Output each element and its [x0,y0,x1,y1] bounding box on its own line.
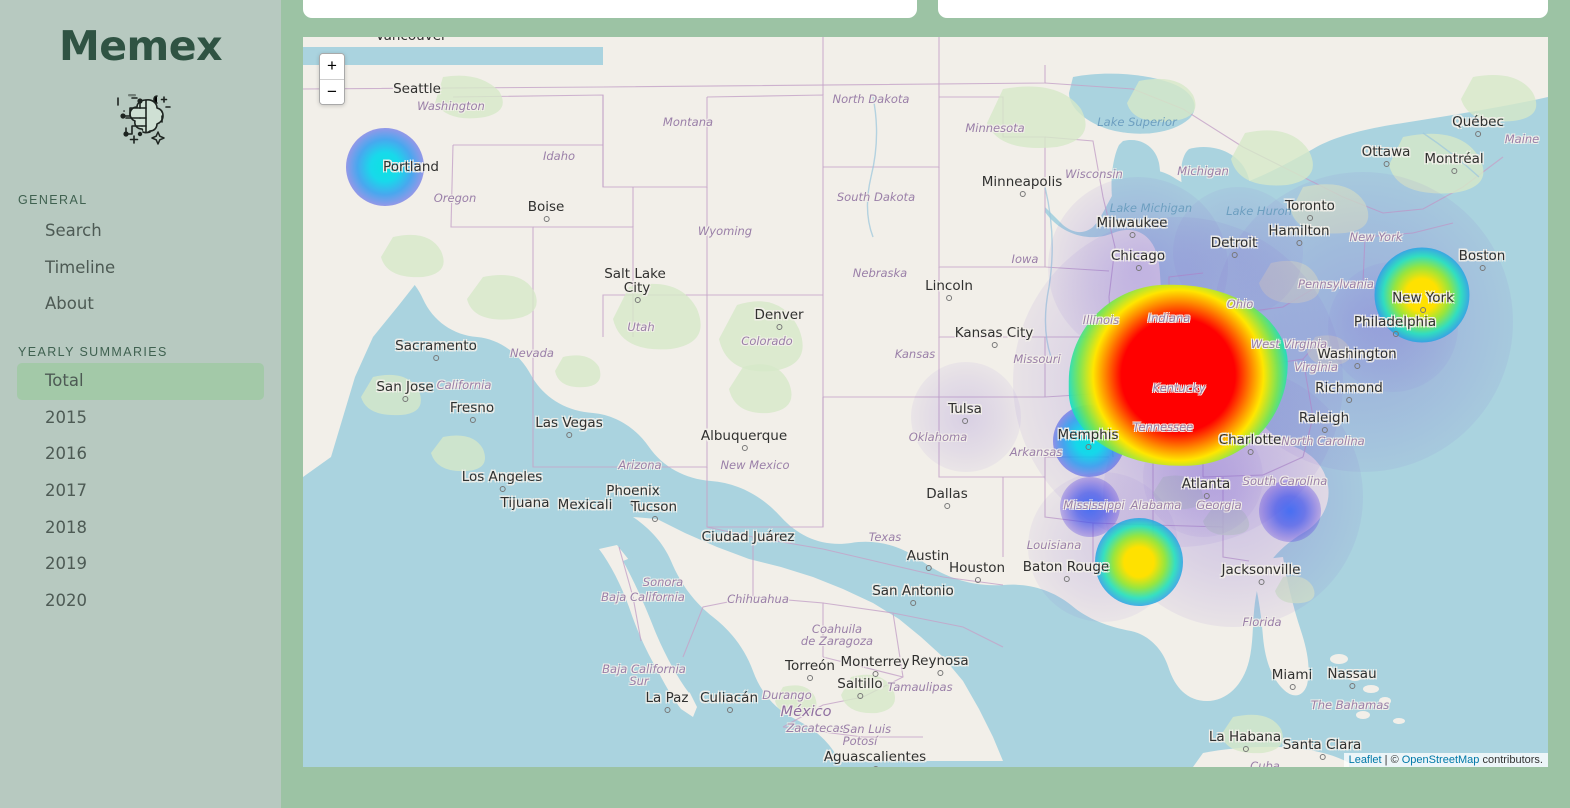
attribution-suffix: contributors. [1479,754,1543,766]
sidebar-item-2020[interactable]: 2020 [17,583,264,620]
sidebar-item-timeline[interactable]: Timeline [17,250,264,287]
zoom-in-button[interactable]: + [320,54,344,79]
app-root: Memex GENERAL Search Timeline About YEAR… [0,0,1570,808]
map-tiles: VancouverSeattlePortlandBoiseSalt LakeCi… [303,37,1548,767]
map-zoom-controls[interactable]: + − [319,53,345,105]
sidebar-item-2016[interactable]: 2016 [17,436,264,473]
brand-title: Memex [58,22,223,70]
summary-card-right[interactable] [938,0,1548,18]
map-attribution: Leaflet | © OpenStreetMap contributors. [1343,753,1548,767]
nav-section-yearly-label: YEARLY SUMMARIES [18,345,168,360]
zoom-out-button[interactable]: − [320,79,344,104]
openstreetmap-link[interactable]: OpenStreetMap [1402,754,1480,766]
brain-circuit-icon [0,85,281,149]
top-cards-row [303,0,1548,18]
nav-list-yearly: Total 2015 2016 2017 2018 2019 2020 [0,363,281,619]
sidebar-item-2019[interactable]: 2019 [17,546,264,583]
leaflet-link[interactable]: Leaflet [1349,754,1382,766]
nav-list-general: Search Timeline About [0,213,281,323]
sidebar-item-2018[interactable]: 2018 [17,510,264,547]
sidebar-item-search[interactable]: Search [17,213,264,250]
sidebar-item-total[interactable]: Total [17,363,264,400]
sidebar-item-2017[interactable]: 2017 [17,473,264,510]
attribution-separator: | © [1381,754,1402,766]
basemap-geometry [303,37,1548,767]
sidebar-item-2015[interactable]: 2015 [17,400,264,437]
main-content: VancouverSeattlePortlandBoiseSalt LakeCi… [281,0,1570,808]
sidebar-item-about[interactable]: About [17,286,264,323]
sidebar: Memex GENERAL Search Timeline About YEAR… [0,0,281,808]
nav-section-general-label: GENERAL [18,193,88,208]
heatmap-map[interactable]: VancouverSeattlePortlandBoiseSalt LakeCi… [303,37,1548,767]
summary-card-left[interactable] [303,0,917,18]
